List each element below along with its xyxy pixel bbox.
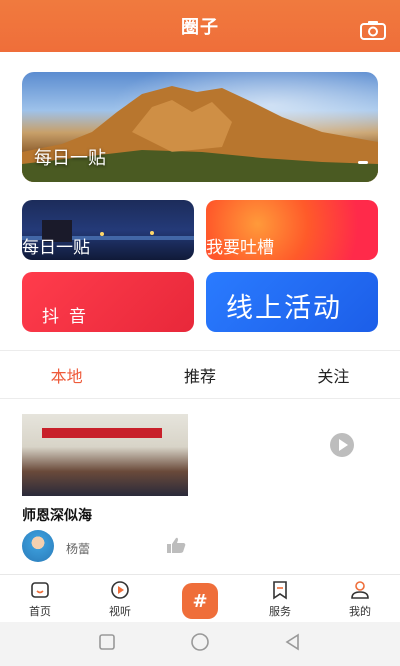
post-thumbnail[interactable] [22,414,188,496]
tab-local[interactable]: 本地 [0,354,133,396]
tab-bar: 本地 推荐 关注 [0,354,400,396]
divider [0,350,400,351]
card-daily-post[interactable]: 每日一贴 [22,200,194,260]
post-title[interactable]: 师恩深似海 [22,505,92,525]
card-complain[interactable]: 我要吐槽 [206,200,378,260]
card-label: 每日一贴 [22,238,90,258]
back-triangle-icon [285,633,300,651]
recents-button[interactable] [97,632,117,656]
divider [0,398,400,399]
tab-follow[interactable]: 关注 [267,354,400,396]
card-label: 线上活动 [226,293,342,324]
app-header: 圈子 [0,0,400,52]
author-name[interactable]: 杨蕾 [66,540,90,557]
avatar[interactable] [22,530,54,562]
card-douyin[interactable]: 抖音 [22,272,194,332]
home-button[interactable] [190,632,210,656]
carousel-indicator [358,161,368,164]
user-icon [351,581,369,599]
square-icon [98,634,115,650]
nav-home[interactable]: 首页 [0,575,80,622]
card-label: 我要吐槽 [206,238,274,258]
banner-image [42,428,162,438]
circle-icon [191,633,209,651]
nav-media[interactable]: 视听 [80,575,160,622]
play-circle-icon [111,581,129,599]
hero-label: 每日一贴 [34,148,106,169]
bookmark-icon [273,581,287,600]
card-online-activity[interactable]: 线上活动 [206,272,378,332]
back-button[interactable] [283,632,303,656]
home-icon [31,582,49,598]
card-label: 抖音 [42,307,96,327]
nav-label: 首页 [29,605,51,618]
nav-service[interactable]: 服务 [240,575,320,622]
page-title: 圈子 [181,17,219,38]
nav-label: 我的 [349,605,371,618]
nav-label: 视听 [109,605,131,618]
play-icon[interactable] [330,433,354,457]
hashtag-icon: # [182,583,218,619]
thumbs-up-icon[interactable] [165,536,187,554]
tab-recommend[interactable]: 推荐 [133,354,266,396]
nav-circle[interactable]: # [160,575,240,622]
hero-banner[interactable]: 每日一贴 [22,72,378,182]
nav-label: 服务 [269,605,291,618]
bottom-nav: 首页 视听 # 服务 我的 [0,574,400,622]
nav-profile[interactable]: 我的 [320,575,400,622]
camera-icon[interactable] [360,20,386,40]
system-nav-bar [0,622,400,666]
